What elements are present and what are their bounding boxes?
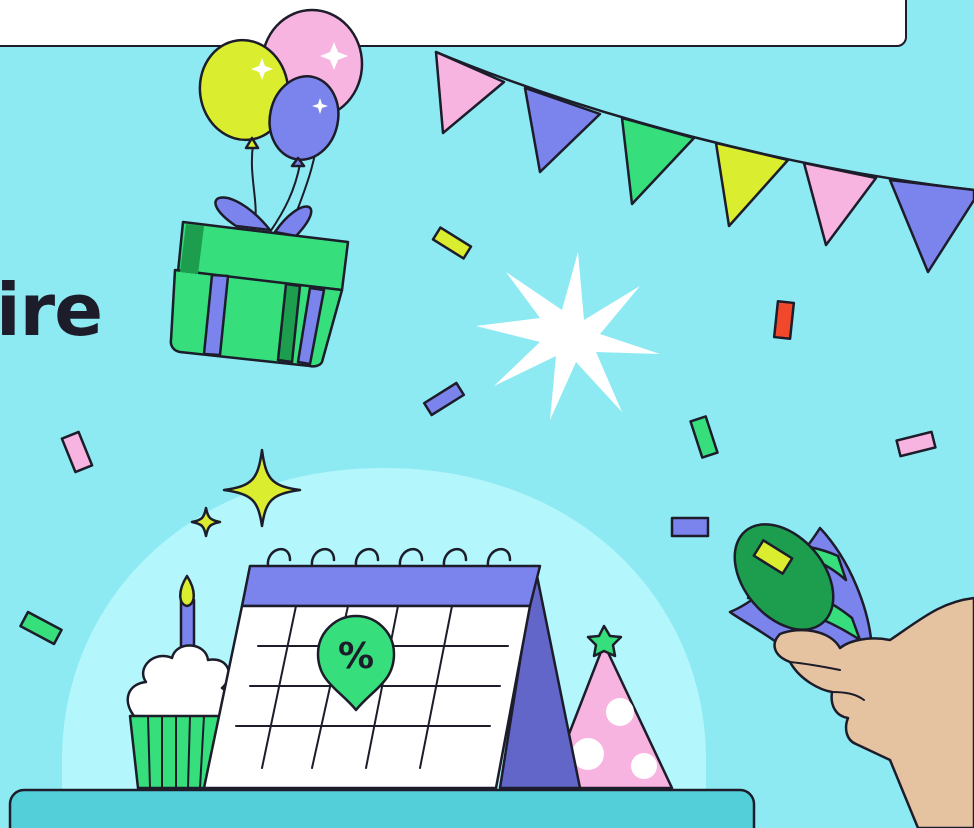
sparkle-icon xyxy=(476,252,660,420)
table-surface xyxy=(8,788,756,828)
gift-box-icon xyxy=(169,196,350,368)
discount-percent-text: % xyxy=(338,636,374,677)
party-popper-icon xyxy=(728,523,974,828)
calendar-icon: % xyxy=(202,547,582,790)
bunting-icon xyxy=(434,50,974,274)
celebration-illustration: % xyxy=(8,8,974,828)
